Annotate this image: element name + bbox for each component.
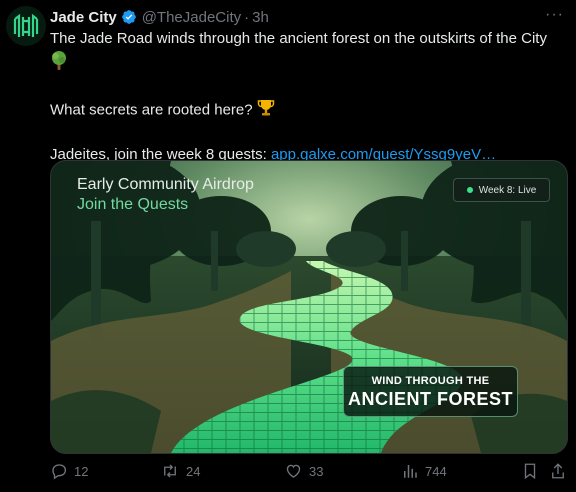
reply-button[interactable]: 12	[50, 462, 88, 480]
status-badge-label: Week 8: Live	[478, 184, 537, 196]
analytics-icon	[404, 465, 417, 478]
deciduous-tree-icon	[50, 50, 68, 77]
post-text-line1: The Jade Road winds through the ancient …	[50, 30, 547, 47]
reply-icon	[52, 464, 67, 480]
separator: ·	[244, 8, 250, 26]
more-options-icon[interactable]: ···	[545, 7, 564, 23]
post-text: The Jade Road winds through the ancient …	[50, 28, 566, 166]
heart-icon	[286, 464, 301, 478]
action-bar: 12 24 33 744	[50, 462, 566, 486]
repost-button[interactable]: 24	[160, 462, 200, 480]
share-icon	[552, 463, 564, 479]
like-count: 33	[309, 463, 324, 479]
views-button[interactable]: 744	[401, 462, 447, 480]
trophy-icon	[257, 98, 275, 123]
bookmark-button[interactable]	[522, 462, 544, 480]
author-handle[interactable]: @TheJadeCity	[142, 9, 241, 26]
avatar[interactable]	[6, 6, 46, 46]
view-count: 744	[425, 463, 447, 479]
post-header: Jade City @TheJadeCity · 3h ···	[50, 7, 564, 27]
overlay-subtitle: Join the Quests	[77, 196, 189, 213]
repost-icon	[164, 464, 176, 478]
share-button[interactable]	[550, 462, 572, 480]
post-image[interactable]: Early Community Airdrop Join the Quests …	[50, 160, 568, 454]
caption-line2: ANCIENT FOREST	[347, 389, 513, 409]
reply-count: 12	[74, 463, 89, 479]
image-caption: WIND THROUGH THE ANCIENT FOREST	[343, 366, 518, 417]
caption-line1: WIND THROUGH THE	[371, 375, 490, 387]
bookmark-icon	[524, 463, 536, 480]
repost-count: 24	[186, 463, 201, 479]
timestamp[interactable]: 3h	[252, 9, 269, 26]
status-badge: Week 8: Live	[453, 178, 550, 202]
post-text-line2: What secrets are rooted here?	[50, 101, 253, 119]
like-button[interactable]: 33	[284, 462, 323, 480]
author-name[interactable]: Jade City	[50, 9, 117, 26]
verified-badge-icon	[121, 9, 137, 25]
overlay-title: Early Community Airdrop	[77, 176, 254, 193]
jade-city-logo	[13, 13, 39, 37]
live-dot-icon	[466, 187, 473, 193]
